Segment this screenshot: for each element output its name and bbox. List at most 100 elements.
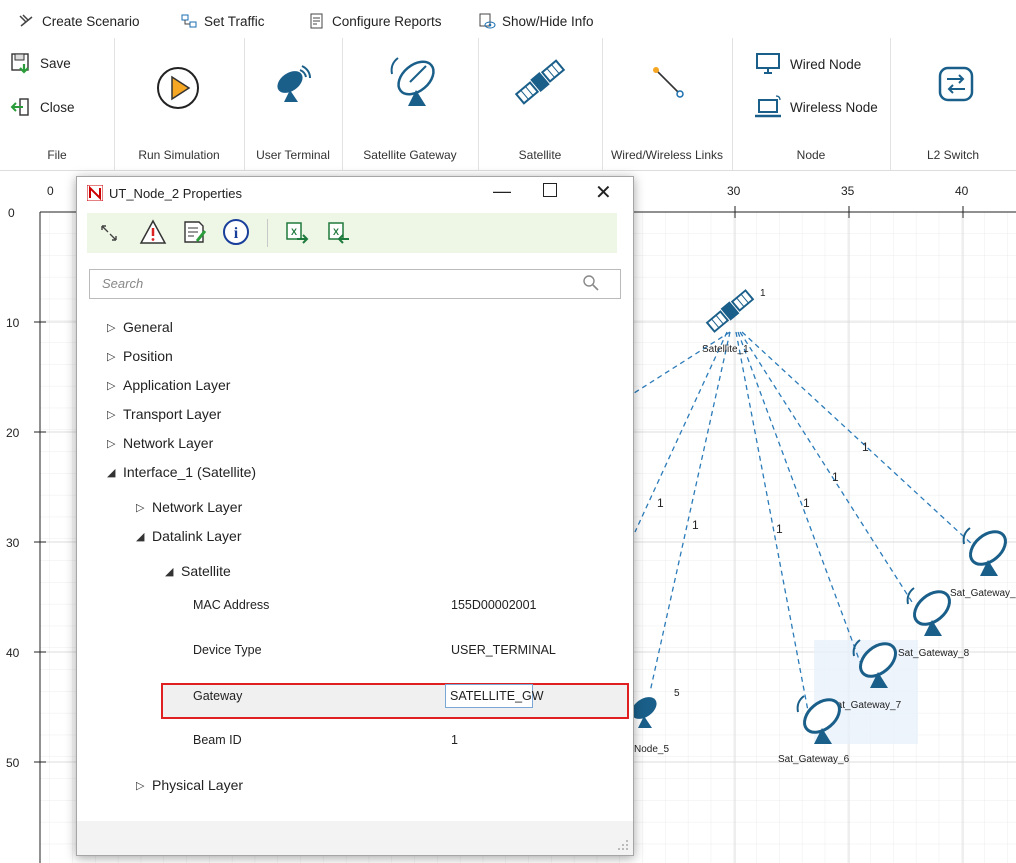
ribbon: Save Close File Run Simulation User Term… [0,38,1016,171]
wired-node-button[interactable]: Wired Node [754,52,861,76]
dialog-title-bar[interactable]: UT_Node_2 Properties — ✕ [77,177,633,209]
tab-configure-reports[interactable]: Configure Reports [308,8,442,34]
tree-item-position[interactable]: ▷ Position [107,348,173,364]
satellite-label: Satellite [518,148,562,162]
close-icon [10,98,29,116]
laptop-icon [755,95,781,118]
link-icon [653,67,684,98]
warning-icon[interactable] [139,219,167,245]
expand-triangle-icon: ▷ [136,501,145,514]
svg-text:X: X [291,227,297,237]
tree-item-application-layer[interactable]: ▷ Application Layer [107,377,230,393]
play-icon [157,67,199,109]
satellite-node[interactable]: 1 Satellite_1 [700,284,780,364]
resize-grip-icon[interactable] [617,839,629,851]
switch-icon [938,66,974,102]
node-label: Node_5 [634,744,670,755]
save-button[interactable]: Save [10,52,71,74]
tree-item-if-network-layer[interactable]: ▷ Network Layer [136,499,242,515]
tab-label: Create Scenario [42,13,140,29]
prop-label-device-type: Device Type [193,643,262,657]
search-icon [583,275,599,291]
tab-create-scenario[interactable]: Create Scenario [18,8,140,34]
tree-item-datalink-layer[interactable]: ◢ Datalink Layer [136,528,242,544]
expand-icon[interactable] [99,223,119,243]
tree-item-satellite[interactable]: ◢ Satellite [165,563,231,579]
wired-node-label: Wired Node [790,56,862,72]
document-edit-icon[interactable] [181,219,207,245]
save-label: Save [40,55,71,71]
node-label: Satellite_1 [702,344,749,355]
prop-value-beam-id[interactable]: 1 [451,733,458,747]
node-badge: 1 [760,288,766,299]
link-label: 1 [832,470,839,484]
wireless-node-button[interactable]: Wireless Node [754,94,878,120]
tree-item-network-layer[interactable]: ▷ Network Layer [107,435,213,451]
satellite-icon [514,59,566,105]
expand-triangle-icon: ▷ [107,379,116,392]
tab-label: Show/Hide Info [502,13,594,29]
user-terminal-label: User Terminal [256,148,330,162]
tree-label: Datalink Layer [152,528,242,544]
link-label: 1 [803,496,810,510]
show-hide-info-icon [479,13,496,29]
links-label: Wired/Wireless Links [610,148,724,162]
excel-import-icon[interactable]: X [327,221,351,245]
tab-show-hide-info[interactable]: Show/Hide Info [478,8,594,34]
save-icon [11,53,29,74]
tree-label: Interface_1 (Satellite) [123,464,257,480]
tree-label: Application Layer [123,377,231,393]
satellite-gateway-icon [796,695,841,744]
run-simulation-button[interactable]: Run Simulation [114,38,245,170]
satellite-gateway-button[interactable]: Satellite Gateway [342,38,479,170]
close-window-button[interactable]: ✕ [595,180,612,205]
close-button[interactable]: Close [10,96,75,118]
user-terminal-icon [632,697,657,728]
tree-label: General [123,319,173,335]
dialog-footer [77,821,633,855]
link-label: 1 [776,522,783,536]
collapse-triangle-icon: ◢ [136,530,145,543]
sat-gateway-6-node[interactable]: Sat_Gateway_6 [776,688,876,778]
link-label: 1 [692,518,699,532]
satellite-gateway-icon [906,587,951,636]
expand-triangle-icon: ▷ [107,408,116,421]
satellite-button[interactable]: Satellite [478,38,603,170]
ruler-x-label: 40 [955,184,969,198]
node-group: Wired Node Wireless Node Node [732,38,891,170]
link-label: 1 [657,496,664,510]
node-group-label: Node [796,148,826,162]
tree-item-interface-1[interactable]: ◢ Interface_1 (Satellite) [107,464,256,480]
configure-reports-icon [310,13,323,29]
user-terminal-icon [277,65,311,102]
prop-value-device-type[interactable]: USER_TERMINAL [451,643,556,657]
user-terminal-button[interactable]: User Terminal [244,38,343,170]
l2-switch-label: L2 Switch [926,148,980,162]
tree-label: Transport Layer [123,406,222,422]
info-icon[interactable]: i [221,217,251,247]
svg-text:X: X [333,227,339,237]
menu-bar: Create Scenario Set Traffic Configure Re… [0,0,1016,38]
maximize-button[interactable] [543,183,557,197]
dialog-title: UT_Node_2 Properties [109,186,242,201]
node-5[interactable]: 5 Node_5 [632,684,692,764]
tree-item-transport-layer[interactable]: ▷ Transport Layer [107,406,221,422]
collapse-triangle-icon: ◢ [165,565,174,578]
ruler-y-label: 40 [6,646,20,660]
search-input[interactable]: Search [89,269,621,299]
properties-dialog: UT_Node_2 Properties — ✕ i X X Search ▷ G… [76,176,634,856]
tab-set-traffic[interactable]: Set Traffic [180,8,265,34]
gateway-input[interactable]: SATELLITE_GW [445,684,544,708]
links-button[interactable]: Wired/Wireless Links [602,38,733,170]
tree-item-physical-layer[interactable]: ▷ Physical Layer [136,777,243,793]
link-label: 1 [862,440,869,454]
prop-value-mac-address[interactable]: 155D00002001 [451,598,537,612]
ruler-x-label: 0 [47,184,54,198]
l2-switch-button[interactable]: L2 Switch [890,38,1016,170]
excel-export-icon[interactable]: X [285,221,309,245]
close-label: Close [40,99,75,115]
tree-item-general[interactable]: ▷ General [107,319,173,335]
tab-label: Set Traffic [204,13,265,29]
app-logo-icon [87,185,103,201]
minimize-button[interactable]: — [493,181,511,202]
